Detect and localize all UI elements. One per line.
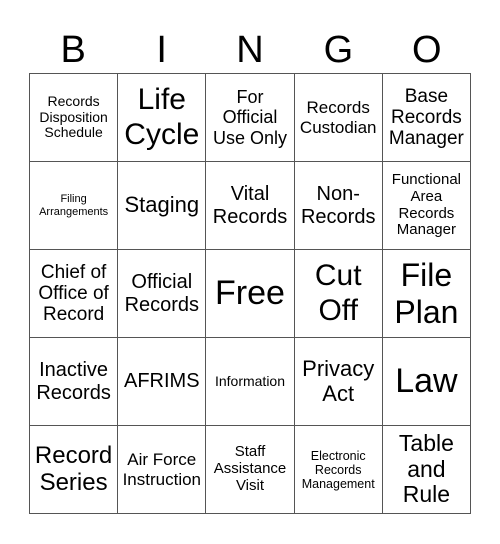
bingo-cell[interactable]: Information	[206, 338, 295, 426]
bingo-cell[interactable]: Records Disposition Schedule	[30, 74, 119, 162]
bingo-cell free-space[interactable]: Free	[206, 250, 295, 338]
bingo-cell[interactable]: Record Series	[30, 426, 119, 514]
bingo-cell[interactable]: Staging	[118, 162, 207, 250]
bingo-cell[interactable]: Non-Records	[294, 162, 383, 250]
bingo-cell[interactable]: Staff Assistance Visit	[206, 426, 295, 514]
header-letter-g: G	[323, 29, 354, 71]
bingo-cell[interactable]: Base Records Manager	[382, 74, 471, 162]
bingo-cell[interactable]: Records Custodian	[294, 74, 383, 162]
header-letter-b: B	[60, 29, 86, 71]
bingo-cell[interactable]: File Plan	[382, 250, 471, 338]
bingo-cell[interactable]: Table and Rule	[382, 426, 471, 514]
bingo-cell[interactable]: Cut Off	[294, 250, 383, 338]
bingo-cell[interactable]: Life Cycle	[118, 74, 207, 162]
bingo-cell[interactable]: For Official Use Only	[206, 74, 295, 162]
bingo-cell[interactable]: Inactive Records	[30, 338, 119, 426]
bingo-cell[interactable]: Official Records	[118, 250, 207, 338]
bingo-cell[interactable]: AFRIMS	[118, 338, 207, 426]
header-letter-n: N	[236, 29, 264, 71]
bingo-cell[interactable]: Chief of Office of Record	[30, 250, 119, 338]
header-letter-i: I	[156, 29, 167, 71]
bingo-cell[interactable]: Vital Records	[206, 162, 295, 250]
bingo-cell[interactable]: Law	[382, 338, 471, 426]
bingo-cell[interactable]: Functional Area Records Manager	[382, 162, 471, 250]
bingo-cell[interactable]: Air Force Instruction	[118, 426, 207, 514]
bingo-cell[interactable]: Privacy Act	[294, 338, 383, 426]
bingo-cell[interactable]: Electronic Records Management	[294, 426, 383, 514]
bingo-card-grid: Records Disposition Schedule Life Cycle …	[29, 73, 471, 514]
bingo-header: B I N G O	[29, 27, 471, 73]
bingo-cell[interactable]: Filing Arrangements	[30, 162, 119, 250]
header-letter-o: O	[412, 29, 442, 71]
